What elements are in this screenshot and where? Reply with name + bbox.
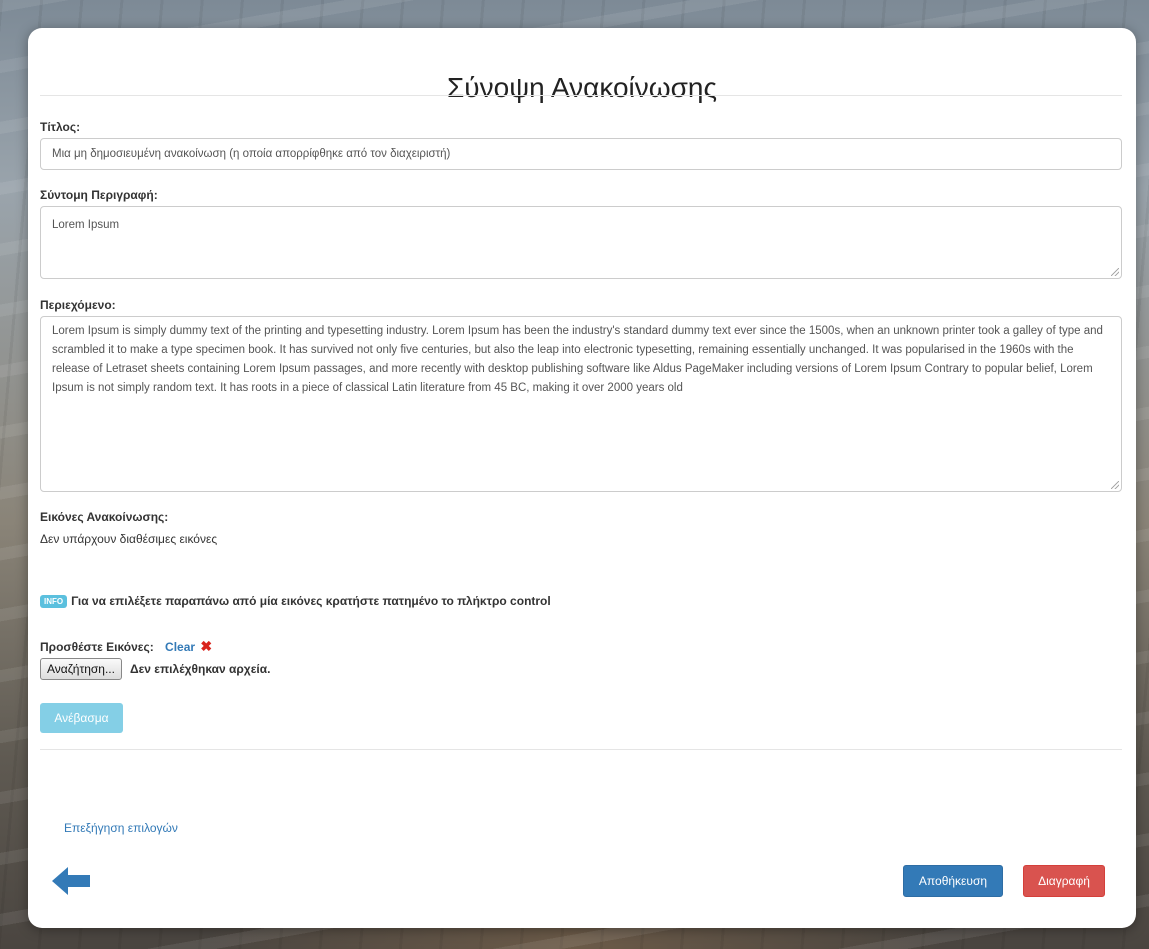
options-help-link[interactable]: Επεξήγηση επιλογών (64, 821, 178, 835)
page-title: Σύνοψη Ανακοίνωσης (447, 72, 717, 103)
resize-grip-icon[interactable] (1111, 481, 1119, 489)
resize-grip-icon[interactable] (1111, 268, 1119, 276)
content-label: Περιεχόμενο: (40, 298, 116, 312)
upload-button[interactable]: Ανέβασμα (40, 703, 123, 733)
title-input[interactable]: Μια μη δημοσιευμένη ανακοίνωση (η οποία … (40, 138, 1122, 170)
announcement-summary-card: Σύνοψη Ανακοίνωσης Τίτλος: Μια μη δημοσι… (28, 28, 1136, 928)
info-hint: INFO Για να επιλέξετε παραπάνω από μία ει… (40, 594, 551, 608)
info-badge: INFO (40, 595, 68, 608)
no-files-text: Δεν επιλέχθηκαν αρχεία. (129, 662, 271, 676)
content-text: Lorem Ipsum is simply dummy text of the … (52, 325, 1103, 394)
short-description-label: Σύντομη Περιγραφή: (40, 188, 158, 202)
delete-button[interactable]: Διαγραφή (1023, 865, 1105, 897)
add-images-row: Προσθέστε Εικόνες: Clear ✖ (40, 638, 212, 655)
title-divider (40, 95, 1122, 96)
short-description-textarea[interactable]: Lorem Ipsum (40, 206, 1122, 279)
content-textarea[interactable]: Lorem Ipsum is simply dummy text of the … (40, 316, 1122, 492)
footer-divider (40, 749, 1122, 750)
clear-link[interactable]: Clear (165, 640, 195, 654)
save-button[interactable]: Αποθήκευση (903, 865, 1003, 897)
add-images-label: Προσθέστε Εικόνες: (40, 640, 154, 654)
browse-button[interactable]: Αναζήτηση... (40, 658, 122, 680)
file-picker-row: Αναζήτηση... Δεν επιλέχθηκαν αρχεία. (40, 658, 270, 680)
title-label: Τίτλος: (40, 120, 81, 134)
images-label: Εικόνες Ανακοίνωσης: (40, 510, 169, 524)
close-x-icon[interactable]: ✖ (200, 638, 212, 654)
info-hint-text: Για να επιλέξετε παραπάνω από μία εικόνε… (71, 594, 551, 608)
arrow-left-icon[interactable] (52, 866, 90, 896)
short-description-text: Lorem Ipsum (52, 219, 120, 231)
no-images-text: Δεν υπάρχουν διαθέσιμες εικόνες (40, 532, 218, 546)
